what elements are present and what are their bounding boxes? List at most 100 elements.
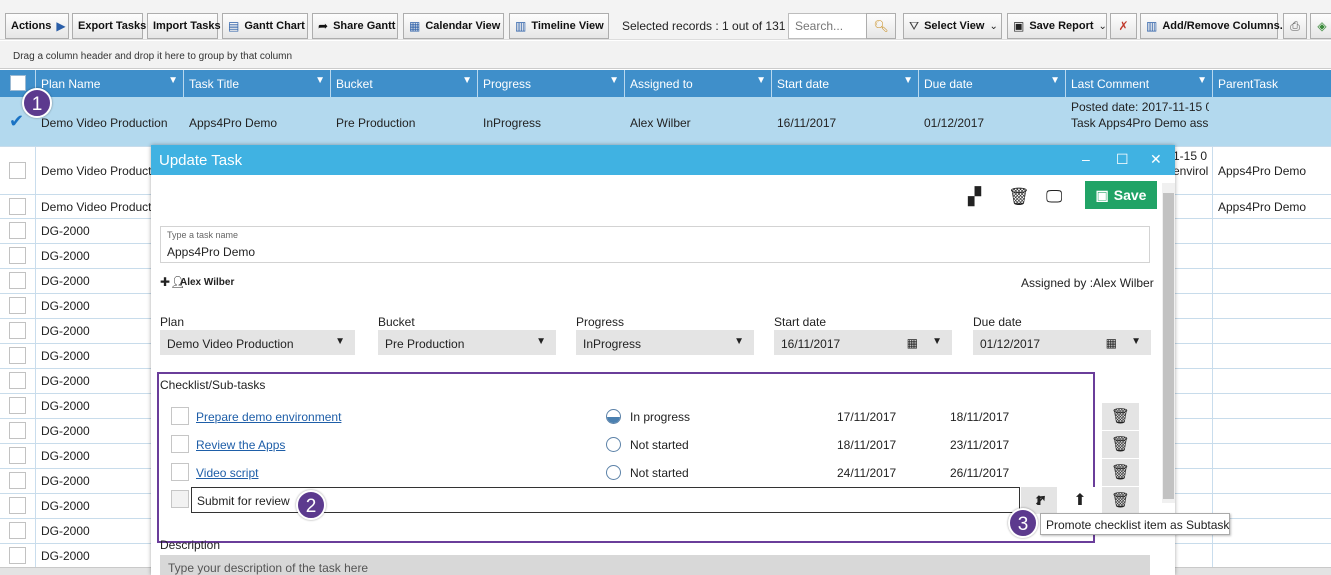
cell-plan: Demo Video Product xyxy=(41,200,151,214)
not-started-icon[interactable] xyxy=(606,437,621,452)
caret-down-icon[interactable]: ▼ xyxy=(1131,336,1141,347)
dialog-scroll-thumb[interactable] xyxy=(1163,193,1174,499)
select-view-button[interactable]: ⛛ Select View ⌄ xyxy=(903,13,1002,39)
cell-parent: Apps4Pro Demo xyxy=(1218,164,1307,178)
row-checkbox[interactable] xyxy=(9,372,26,389)
delete-item-button[interactable]: 🗑︎ xyxy=(1102,403,1139,430)
start-date-picker[interactable]: 16/11/2017 ▦ ▼ xyxy=(774,330,952,355)
col-plan-name[interactable]: Plan Name ▼ xyxy=(36,70,184,97)
row-checkbox[interactable] xyxy=(9,397,26,414)
timeline-view-button[interactable]: ▥ Timeline View xyxy=(509,13,609,39)
floppy-icon: ▣ xyxy=(1095,186,1109,203)
checklist-item-name[interactable]: Review the Apps xyxy=(196,438,285,452)
clear-filter-button[interactable]: ✗ xyxy=(1110,13,1137,39)
present-icon[interactable]: 🖵︎ xyxy=(1046,187,1062,207)
calendar-view-button[interactable]: ▦ Calendar View xyxy=(403,13,504,39)
calendar-icon[interactable]: ▦ xyxy=(1106,336,1117,350)
checklist-item-status: Not started xyxy=(630,466,689,480)
import-tasks-button[interactable]: Import Tasks xyxy=(147,13,221,39)
row-checkbox[interactable] xyxy=(9,272,26,289)
actions-button[interactable]: Actions ▶ xyxy=(5,13,69,39)
in-progress-icon[interactable] xyxy=(606,409,621,424)
col-start-date[interactable]: Start date ▼ xyxy=(772,70,919,97)
select-all-checkbox[interactable] xyxy=(10,75,26,91)
settings-button[interactable]: ◈ xyxy=(1310,13,1331,39)
checklist-item-due[interactable]: 18/11/2017 xyxy=(950,410,1009,424)
filter-icon[interactable]: ▼ xyxy=(903,75,913,86)
row-checkbox[interactable] xyxy=(9,247,26,264)
gantt-chart-button[interactable]: ▤ Gantt Chart xyxy=(222,13,308,39)
filter-icon[interactable]: ▼ xyxy=(315,75,325,86)
row-checkbox[interactable] xyxy=(9,347,26,364)
print-button[interactable]: ⎙ xyxy=(1283,13,1307,39)
checklist-item-due[interactable]: 23/11/2017 xyxy=(950,438,1009,452)
filter-icon[interactable]: ▼ xyxy=(1050,75,1060,86)
export-tasks-button[interactable]: Export Tasks xyxy=(72,13,146,39)
checkmark-icon[interactable]: ✔ xyxy=(9,112,27,130)
save-report-button[interactable]: ▣ Save Report ⌄ xyxy=(1007,13,1107,39)
minimize-icon[interactable]: – xyxy=(1082,151,1090,167)
row-checkbox[interactable] xyxy=(9,222,26,239)
caret-down-icon[interactable]: ▼ xyxy=(932,336,942,347)
col-last-comment[interactable]: Last Comment ▼ xyxy=(1066,70,1213,97)
col-parent-task[interactable]: ParentTask xyxy=(1213,70,1331,97)
delete-item-button[interactable]: 🗑︎ xyxy=(1102,459,1139,486)
caret-down-icon: ▼ xyxy=(734,336,744,347)
col-bucket[interactable]: Bucket ▼ xyxy=(331,70,478,97)
col-task-title[interactable]: Task Title ▼ xyxy=(184,70,331,97)
checklist-item-name[interactable]: Prepare demo environment xyxy=(196,410,341,424)
filter-icon[interactable]: ▼ xyxy=(462,75,472,86)
add-subtask-icon[interactable]: ▞ xyxy=(968,187,981,207)
search-button[interactable]: 🔍︎ xyxy=(866,13,896,39)
description-field[interactable]: Type your description of the task here xyxy=(160,555,1150,575)
bucket-dropdown[interactable]: Pre Production ▼ xyxy=(378,330,556,355)
row-checkbox[interactable] xyxy=(9,162,26,179)
filter-icon[interactable]: ▼ xyxy=(1197,75,1207,86)
due-date-picker[interactable]: 01/12/2017 ▦ ▼ xyxy=(973,330,1151,355)
checklist-item-start[interactable]: 18/11/2017 xyxy=(837,438,896,452)
checklist-checkbox[interactable] xyxy=(171,435,189,453)
row-checkbox[interactable] xyxy=(9,447,26,464)
checklist-checkbox[interactable] xyxy=(171,490,189,508)
cell-plan: DG-2000 xyxy=(41,224,90,238)
row-checkbox[interactable] xyxy=(9,472,26,489)
row-checkbox[interactable] xyxy=(9,497,26,514)
save-button[interactable]: ▣ Save xyxy=(1085,181,1157,209)
maximize-icon[interactable]: ☐ xyxy=(1116,151,1129,168)
trash-icon[interactable]: 🗑︎ xyxy=(1008,187,1030,207)
cell-comment-line2: Task Apps4Pro Demo assig xyxy=(1071,116,1209,130)
row-checkbox[interactable] xyxy=(9,547,26,564)
checklist-checkbox[interactable] xyxy=(171,407,189,425)
delete-item-button[interactable]: 🗑︎ xyxy=(1102,431,1139,458)
filter-icon[interactable]: ▼ xyxy=(756,75,766,86)
checklist-item-name[interactable]: Video script xyxy=(196,466,258,480)
col-due-date[interactable]: Due date ▼ xyxy=(919,70,1066,97)
filter-icon[interactable]: ▼ xyxy=(609,75,619,86)
plan-dropdown[interactable]: Demo Video Production ▼ xyxy=(160,330,355,355)
filter-icon[interactable]: ▼ xyxy=(168,75,178,86)
row-checkbox[interactable] xyxy=(9,322,26,339)
task-name-field[interactable]: Type a task name Apps4Pro Demo xyxy=(160,226,1150,263)
row-checkbox[interactable] xyxy=(9,422,26,439)
group-by-bar[interactable]: Drag a column header and drop it here to… xyxy=(0,41,1331,69)
share-gantt-button[interactable]: ➦ Share Gantt xyxy=(312,13,398,39)
checklist-item-due[interactable]: 26/11/2017 xyxy=(950,466,1009,480)
col-progress[interactable]: Progress ▼ xyxy=(478,70,625,97)
row-checkbox[interactable] xyxy=(9,297,26,314)
calendar-icon[interactable]: ▦ xyxy=(907,336,918,350)
checklist-item-start[interactable]: 24/11/2017 xyxy=(837,466,896,480)
progress-dropdown[interactable]: InProgress ▼ xyxy=(576,330,754,355)
cell-title: Apps4Pro Demo xyxy=(189,116,278,130)
col-last-comment-label: Last Comment xyxy=(1071,77,1150,91)
add-remove-columns-button[interactable]: ▥ Add/Remove Columns.. xyxy=(1140,13,1286,39)
table-row-selected[interactable]: ✔ Demo Video Production Apps4Pro Demo Pr… xyxy=(0,97,1331,147)
not-started-icon[interactable] xyxy=(606,465,621,480)
delete-item-button[interactable]: 🗑︎ xyxy=(1102,487,1139,514)
promote-button[interactable]: ⬆ xyxy=(1062,487,1098,514)
checklist-item-start[interactable]: 17/11/2017 xyxy=(837,410,896,424)
checklist-checkbox[interactable] xyxy=(171,463,189,481)
row-checkbox[interactable] xyxy=(9,522,26,539)
col-assigned-to[interactable]: Assigned to ▼ xyxy=(625,70,772,97)
close-icon[interactable]: ✕ xyxy=(1150,151,1162,168)
row-checkbox[interactable] xyxy=(9,198,26,215)
